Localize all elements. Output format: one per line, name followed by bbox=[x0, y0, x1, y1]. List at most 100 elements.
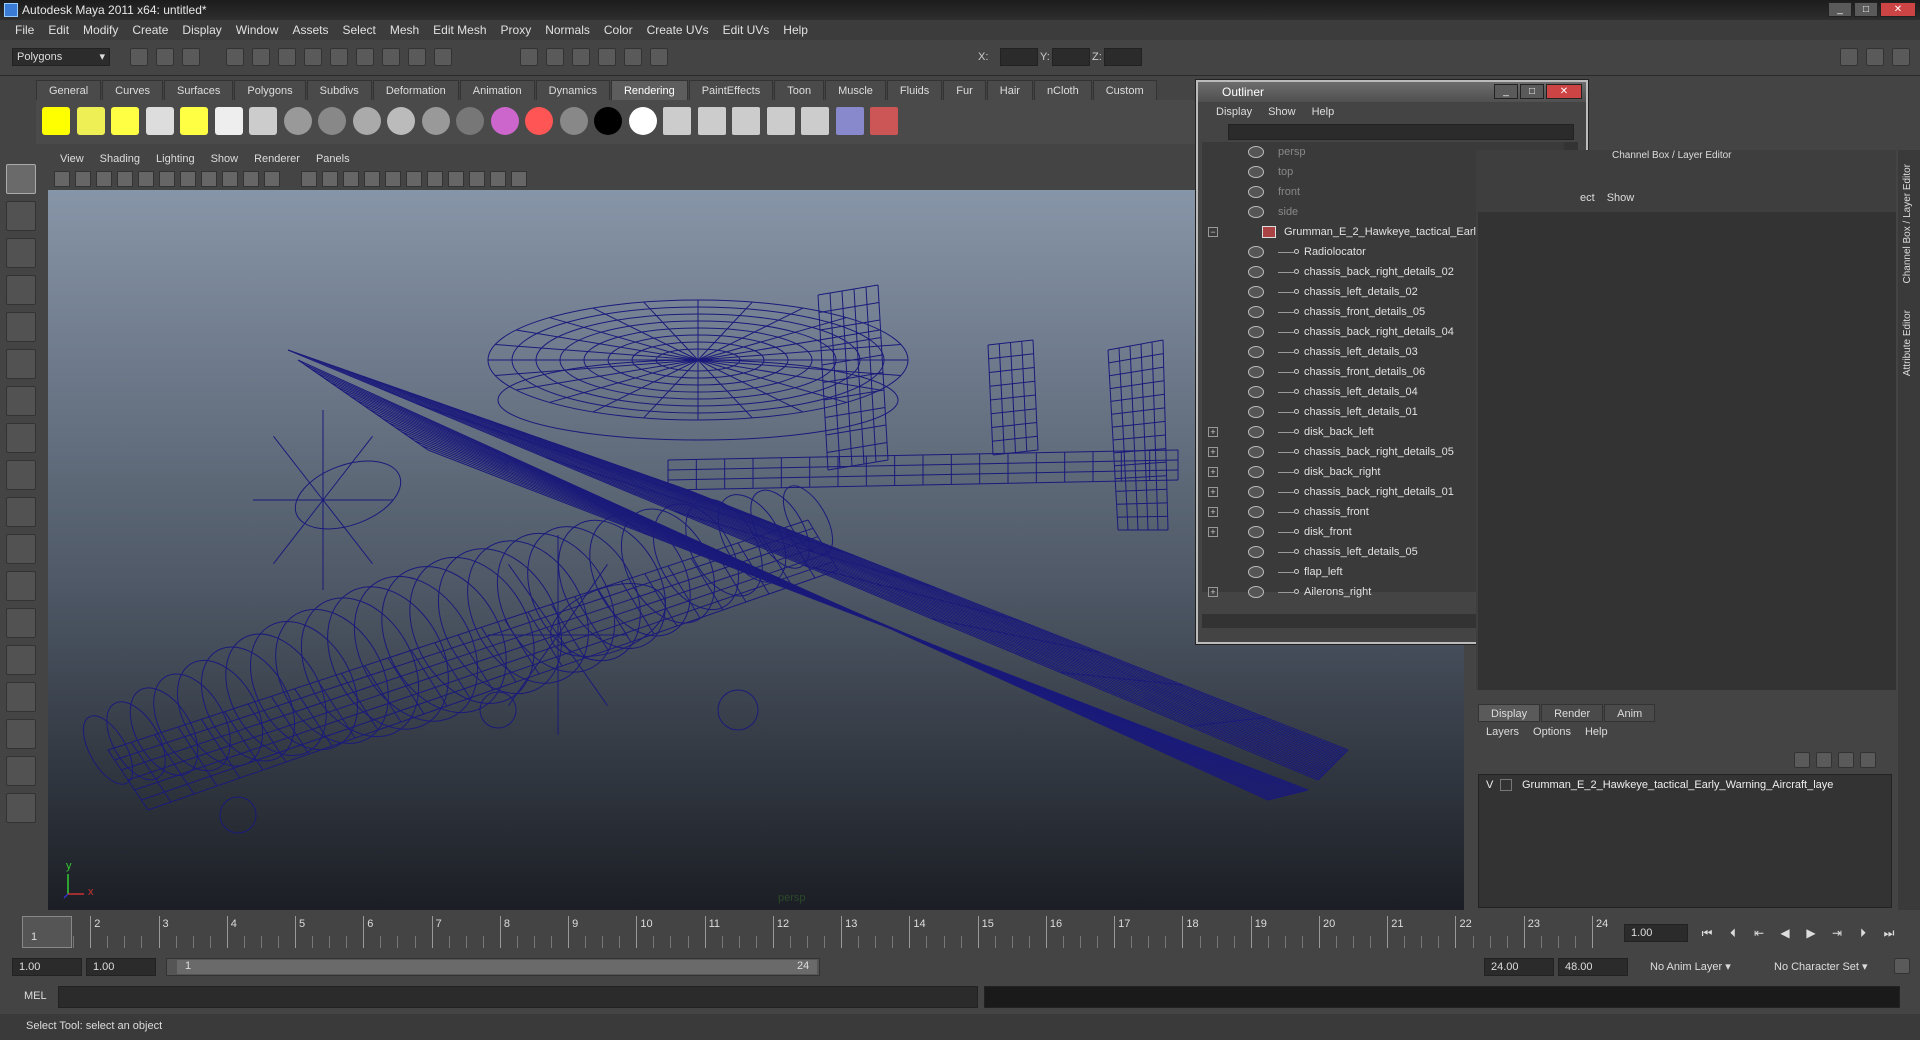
playback-end-field[interactable]: 24.00 bbox=[1484, 958, 1554, 976]
outliner-layout-icon[interactable] bbox=[6, 793, 36, 823]
select-camera-icon[interactable] bbox=[54, 171, 70, 187]
layer-tab-render[interactable]: Render bbox=[1541, 704, 1604, 722]
menu-select[interactable]: Select bbox=[335, 23, 382, 37]
snap-grid-icon[interactable] bbox=[304, 48, 322, 66]
persp-uv-layout-icon[interactable] bbox=[6, 719, 36, 749]
output-ops-icon[interactable] bbox=[650, 48, 668, 66]
expand-toggle-icon[interactable]: + bbox=[1208, 487, 1218, 497]
black-material-icon[interactable] bbox=[594, 107, 622, 135]
batch-render-icon[interactable] bbox=[732, 107, 760, 135]
menu-modify[interactable]: Modify bbox=[76, 23, 125, 37]
channel-box-content[interactable] bbox=[1478, 212, 1896, 690]
camera-icon[interactable] bbox=[249, 107, 277, 135]
shelf-tab-muscle[interactable]: Muscle bbox=[825, 80, 886, 100]
layer-menu-layers[interactable]: Layers bbox=[1486, 726, 1519, 738]
safe-action-icon[interactable] bbox=[243, 171, 259, 187]
maximize-button[interactable]: □ bbox=[1854, 2, 1878, 17]
anim-layer-dropdown[interactable]: No Anim Layer ▾ bbox=[1650, 958, 1762, 976]
menu-create-uvs[interactable]: Create UVs bbox=[640, 23, 716, 37]
anisotropic-icon[interactable] bbox=[421, 107, 450, 135]
shelf-tab-surfaces[interactable]: Surfaces bbox=[163, 80, 234, 100]
layer-row[interactable]: V Grumman_E_2_Hawkeye_tactical_Early_War… bbox=[1480, 776, 1890, 794]
shelf-tab-fluids[interactable]: Fluids bbox=[886, 80, 943, 100]
outliner-minimize-button[interactable]: _ bbox=[1494, 84, 1518, 99]
shelf-tab-general[interactable]: General bbox=[36, 80, 102, 100]
paint-select-tool-icon[interactable] bbox=[6, 238, 36, 268]
menu-proxy[interactable]: Proxy bbox=[494, 23, 539, 37]
wireframe-icon[interactable] bbox=[301, 171, 317, 187]
outliner-maximize-button[interactable]: □ bbox=[1520, 84, 1544, 99]
history-icon[interactable] bbox=[434, 48, 452, 66]
show-hide-attribute-editor-icon[interactable] bbox=[1840, 48, 1858, 66]
expand-toggle-icon[interactable]: + bbox=[1208, 507, 1218, 517]
step-forward-frame-button[interactable]: ⏵ bbox=[1854, 924, 1872, 942]
select-hierarchy-icon[interactable] bbox=[226, 48, 244, 66]
menu-window[interactable]: Window bbox=[229, 23, 286, 37]
panel-menu-lighting[interactable]: Lighting bbox=[148, 153, 203, 165]
directional-light-icon[interactable] bbox=[76, 107, 105, 135]
play-forwards-button[interactable]: ▶ bbox=[1802, 924, 1820, 942]
shelf-tab-ncloth[interactable]: nCloth bbox=[1033, 80, 1092, 100]
play-backwards-button[interactable]: ◀ bbox=[1776, 924, 1794, 942]
render-settings-icon[interactable] bbox=[572, 48, 590, 66]
move-layer-down-icon[interactable] bbox=[1816, 752, 1832, 768]
film-gate-icon[interactable] bbox=[159, 171, 175, 187]
snap-surface-icon[interactable] bbox=[382, 48, 400, 66]
point-light-icon[interactable] bbox=[111, 107, 139, 135]
menu-normals[interactable]: Normals bbox=[538, 23, 597, 37]
step-back-frame-button[interactable]: ⏴ bbox=[1724, 924, 1742, 942]
open-scene-icon[interactable] bbox=[156, 48, 174, 66]
panel-menu-renderer[interactable]: Renderer bbox=[246, 153, 308, 165]
auto-key-toggle-icon[interactable] bbox=[1894, 958, 1910, 974]
area-light-icon[interactable] bbox=[180, 107, 208, 135]
lasso-tool-icon[interactable] bbox=[6, 201, 36, 231]
shelf-tab-animation[interactable]: Animation bbox=[459, 80, 535, 100]
gate-mask-icon[interactable] bbox=[201, 171, 217, 187]
expand-toggle-icon[interactable]: + bbox=[1208, 467, 1218, 477]
soft-mod-tool-icon[interactable] bbox=[6, 423, 36, 453]
range-slider[interactable]: 1 24 bbox=[166, 958, 820, 976]
channel-box-side-tab[interactable]: Channel Box / Layer Editor bbox=[1902, 164, 1913, 284]
rotate-tool-icon[interactable] bbox=[6, 312, 36, 342]
save-scene-icon[interactable] bbox=[182, 48, 200, 66]
menu-help[interactable]: Help bbox=[776, 23, 815, 37]
expand-toggle-icon[interactable]: + bbox=[1208, 427, 1218, 437]
hypershade-layout-icon[interactable] bbox=[6, 682, 36, 712]
go-to-end-button[interactable]: ⏭ bbox=[1880, 924, 1898, 942]
go-to-start-button[interactable]: ⏮ bbox=[1698, 924, 1716, 942]
select-component-icon[interactable] bbox=[278, 48, 296, 66]
safe-title-icon[interactable] bbox=[264, 171, 280, 187]
resolution-gate-icon[interactable] bbox=[180, 171, 196, 187]
last-used-tool-icon[interactable] bbox=[6, 497, 36, 527]
shelf-tab-fur[interactable]: Fur bbox=[943, 80, 986, 100]
layer-tab-anim[interactable]: Anim bbox=[1604, 704, 1656, 722]
outliner-filter-field[interactable] bbox=[1228, 124, 1574, 140]
show-hide-channel-box-icon[interactable] bbox=[1892, 48, 1910, 66]
input-ops-icon[interactable] bbox=[624, 48, 642, 66]
end-time-field[interactable]: 48.00 bbox=[1558, 958, 1628, 976]
ambient-light-icon[interactable] bbox=[42, 107, 70, 135]
current-time-marker[interactable]: 1 bbox=[22, 916, 72, 948]
close-button[interactable]: ✕ bbox=[1880, 2, 1916, 17]
menu-edit[interactable]: Edit bbox=[41, 23, 76, 37]
range-slider-handle[interactable]: 1 24 bbox=[177, 960, 817, 974]
z-field[interactable] bbox=[1104, 48, 1142, 66]
shelf-tab-rendering[interactable]: Rendering bbox=[610, 80, 688, 100]
scale-tool-icon[interactable] bbox=[6, 349, 36, 379]
spot-light-icon[interactable] bbox=[145, 107, 174, 135]
persp-outliner-layout-icon[interactable] bbox=[6, 608, 36, 638]
expand-toggle-icon[interactable]: + bbox=[1208, 447, 1218, 457]
outliner-title-bar[interactable]: Outliner _ □ ✕ bbox=[1198, 82, 1586, 102]
shelf-tab-custom[interactable]: Custom bbox=[1092, 80, 1157, 100]
channel-box-menu-show[interactable]: Show bbox=[1607, 192, 1635, 204]
character-set-dropdown[interactable]: No Character Set ▾ bbox=[1774, 958, 1886, 976]
menu-display[interactable]: Display bbox=[175, 23, 228, 37]
shelf-tab-painteffects[interactable]: PaintEffects bbox=[688, 80, 774, 100]
custom-layout-icon[interactable] bbox=[6, 756, 36, 786]
use-background-icon[interactable] bbox=[559, 107, 588, 135]
shadows-icon[interactable] bbox=[427, 171, 443, 187]
snap-point-icon[interactable] bbox=[356, 48, 374, 66]
surface-shader-icon[interactable] bbox=[525, 107, 553, 135]
start-time-field[interactable]: 1.00 bbox=[12, 958, 82, 976]
xray-icon[interactable] bbox=[469, 171, 485, 187]
